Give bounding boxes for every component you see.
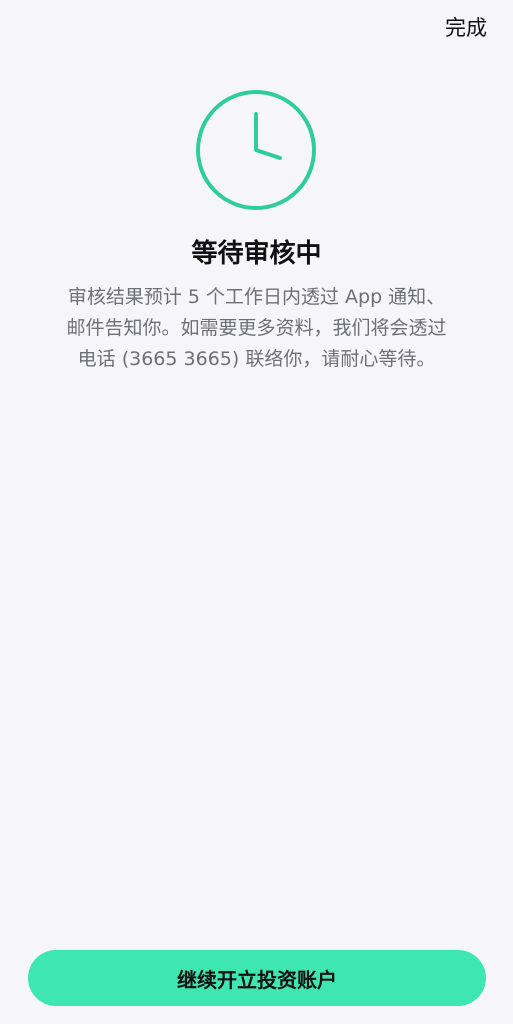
- clock-icon: [194, 88, 318, 212]
- status-title: 等待审核中: [191, 239, 322, 269]
- continue-open-account-button[interactable]: 继续开立投资账户: [28, 950, 486, 1006]
- done-button[interactable]: 完成: [445, 14, 487, 42]
- status-description: 审核结果预计 5 个工作日内透过 App 通知、邮件告知你。如需要更多资料，我们…: [66, 286, 447, 370]
